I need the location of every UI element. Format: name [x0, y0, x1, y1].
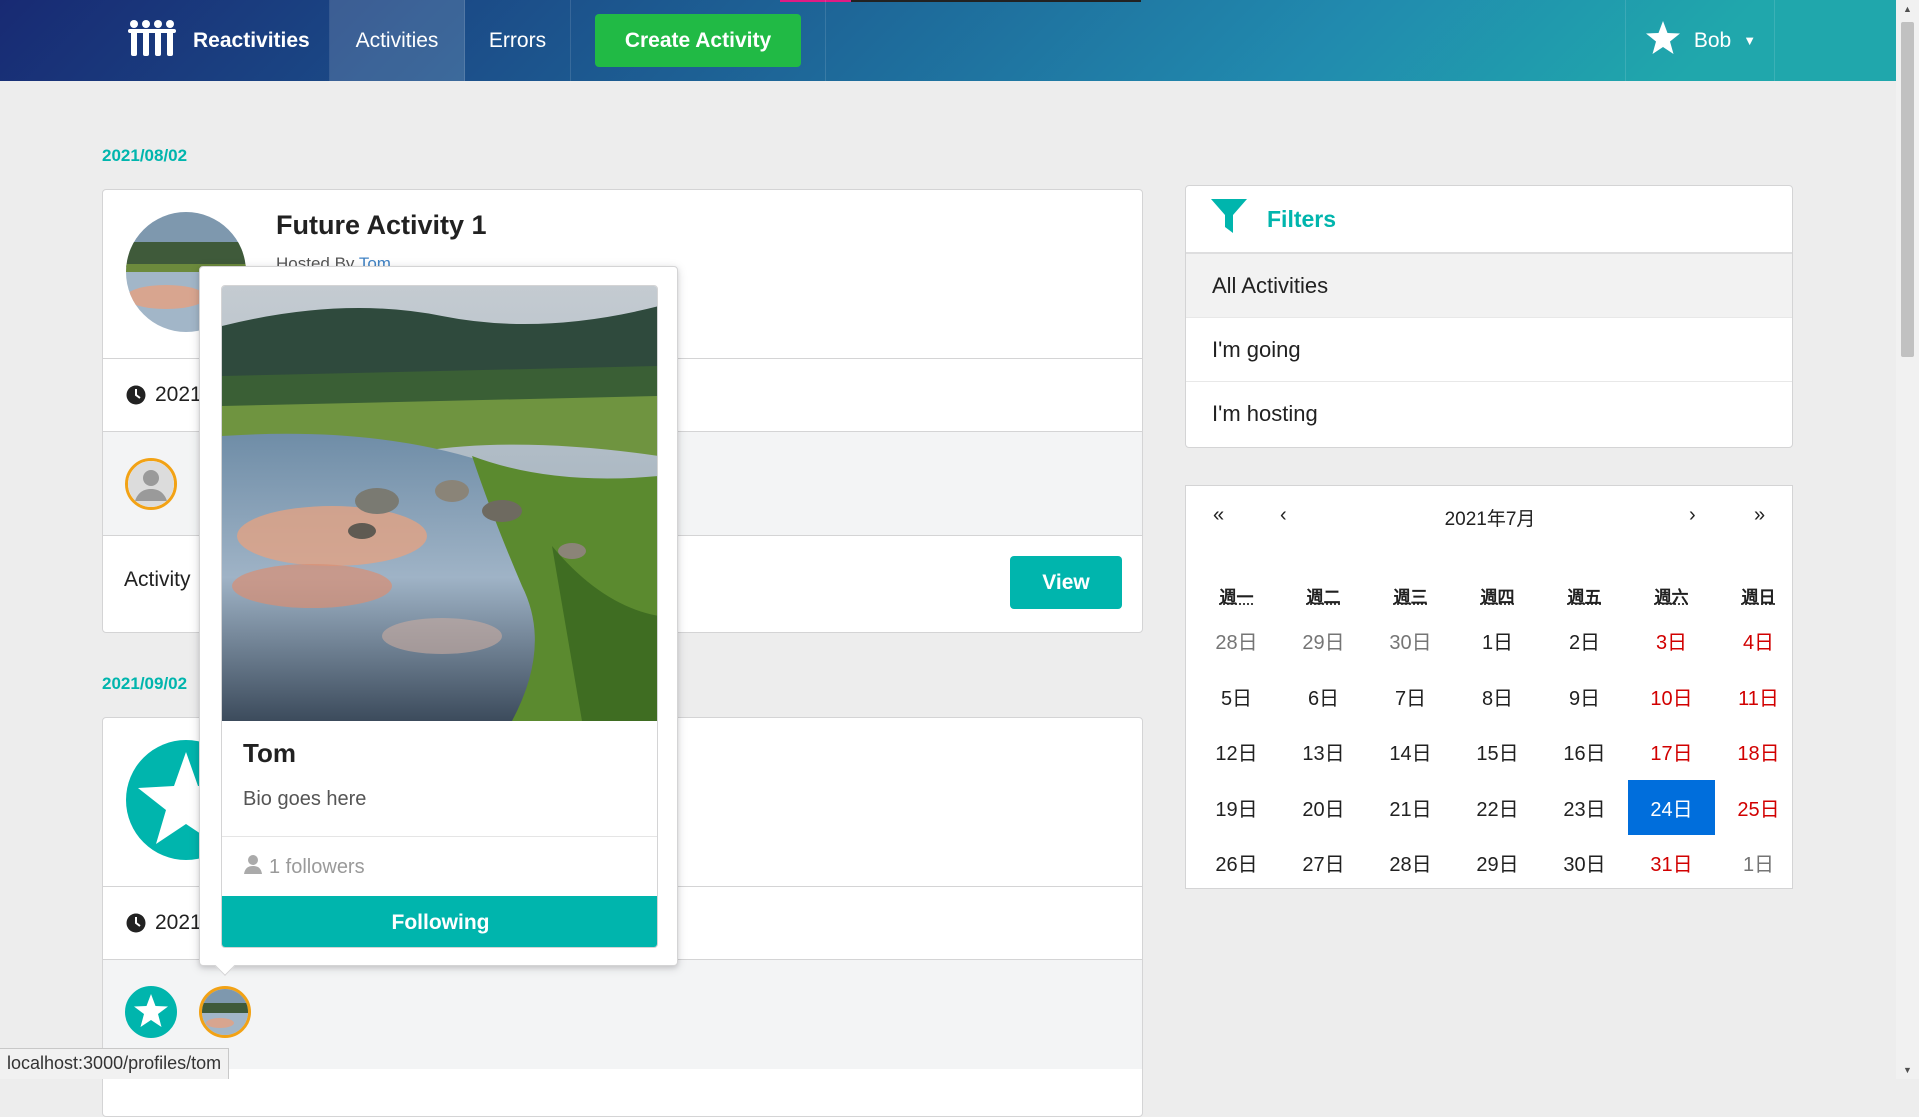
- chevron-down-icon: ▼: [1743, 33, 1756, 48]
- calendar-day[interactable]: 20日: [1280, 780, 1367, 835]
- user-avatar-star-icon: [1644, 19, 1682, 63]
- next-year-button[interactable]: »: [1754, 504, 1765, 527]
- profile-popup: Tom Bio goes here 1 followers Following: [199, 266, 678, 966]
- attendee-avatar[interactable]: [125, 986, 177, 1038]
- calendar-day[interactable]: 18日: [1715, 724, 1802, 779]
- calendar-day[interactable]: 16日: [1541, 724, 1628, 779]
- calendar-day[interactable]: 28日: [1193, 613, 1280, 668]
- profile-bio: Bio goes here: [243, 788, 366, 811]
- scroll-down-icon[interactable]: ▼: [1903, 1065, 1912, 1075]
- activity-time: 2021: [155, 911, 202, 935]
- calendar-day[interactable]: 6日: [1280, 669, 1367, 724]
- activity-time: 2021: [155, 383, 202, 407]
- filters-menu: Filters All Activities I'm going I'm hos…: [1185, 185, 1793, 448]
- calendar-day[interactable]: 2日: [1541, 613, 1628, 668]
- view-button[interactable]: View: [1010, 556, 1122, 609]
- attendee-avatar[interactable]: [199, 986, 251, 1038]
- create-activity-button[interactable]: Create Activity: [595, 14, 801, 67]
- weekday-label: 週六: [1628, 583, 1715, 608]
- calendar-day[interactable]: 13日: [1280, 724, 1367, 779]
- calendar-day[interactable]: 5日: [1193, 669, 1280, 724]
- calendar-day[interactable]: 9日: [1541, 669, 1628, 724]
- brand-label: Reactivities: [193, 29, 310, 53]
- calendar-day[interactable]: 26日: [1193, 835, 1280, 890]
- followers-count: 1 followers: [243, 854, 365, 880]
- filters-header: Filters: [1186, 186, 1792, 254]
- user-name: Bob: [1694, 29, 1731, 53]
- filter-hosting[interactable]: I'm hosting: [1186, 382, 1792, 446]
- calendar-day[interactable]: 15日: [1454, 724, 1541, 779]
- nav-activities[interactable]: Activities: [330, 0, 465, 81]
- calendar-day[interactable]: 1日: [1715, 835, 1802, 890]
- clock-icon: [126, 385, 146, 410]
- calendar-day[interactable]: 12日: [1193, 724, 1280, 779]
- calendar-day[interactable]: 4日: [1715, 613, 1802, 668]
- filter-all-activities[interactable]: All Activities: [1186, 254, 1792, 318]
- nav-errors[interactable]: Errors: [465, 0, 571, 81]
- user-menu[interactable]: Bob ▼: [1625, 0, 1775, 81]
- create-activity-item: Create Activity: [571, 0, 826, 81]
- clock-icon: [126, 913, 146, 938]
- calendar-day[interactable]: 29日: [1280, 613, 1367, 668]
- calendar-day[interactable]: 3日: [1628, 613, 1715, 668]
- weekday-label: 週五: [1541, 583, 1628, 608]
- calendar-title[interactable]: 2021年7月: [1186, 504, 1794, 531]
- profile-name: Tom: [243, 738, 296, 769]
- scrollbar-thumb[interactable]: [1901, 22, 1914, 357]
- page-scrollbar[interactable]: ▲ ▼: [1896, 0, 1919, 1079]
- activity-description: Activity: [124, 568, 191, 592]
- divider: [222, 836, 658, 837]
- calendar-day[interactable]: 31日: [1628, 835, 1715, 890]
- calendar-day[interactable]: 10日: [1628, 669, 1715, 724]
- weekday-label: 週二: [1280, 583, 1367, 608]
- logo-icon: [127, 18, 179, 64]
- attendees-row: [103, 959, 1142, 1069]
- weekday-label: 週一: [1193, 583, 1280, 608]
- navbar: Reactivities Activities Errors Create Ac…: [0, 0, 1896, 81]
- filters-title: Filters: [1267, 206, 1336, 233]
- followers-label: 1 followers: [269, 856, 365, 879]
- user-icon: [243, 854, 263, 880]
- filter-going[interactable]: I'm going: [1186, 318, 1792, 382]
- calendar-day[interactable]: 30日: [1541, 835, 1628, 890]
- calendar-day[interactable]: 7日: [1367, 669, 1454, 724]
- group-date: 2021/09/02: [102, 674, 187, 694]
- weekday-label: 週四: [1454, 583, 1541, 608]
- calendar-day[interactable]: 21日: [1367, 780, 1454, 835]
- status-url: localhost:3000/profiles/tom: [0, 1048, 229, 1079]
- calendar-day[interactable]: 17日: [1628, 724, 1715, 779]
- calendar-day[interactable]: 14日: [1367, 724, 1454, 779]
- next-month-button[interactable]: ›: [1689, 504, 1696, 527]
- profile-image: [222, 286, 658, 721]
- weekday-label: 週三: [1367, 583, 1454, 608]
- following-button[interactable]: Following: [222, 896, 658, 948]
- calendar-day[interactable]: 19日: [1193, 780, 1280, 835]
- attendee-avatar[interactable]: [125, 458, 177, 510]
- calendar-day[interactable]: 22日: [1454, 780, 1541, 835]
- weekday-label: 週日: [1715, 583, 1802, 608]
- calendar-day[interactable]: 29日: [1454, 835, 1541, 890]
- calendar: « ‹ 2021年7月 › » 週一週二週三週四週五週六週日28日29日30日1…: [1185, 485, 1793, 889]
- scroll-up-icon[interactable]: ▲: [1903, 4, 1912, 14]
- activity-title[interactable]: Future Activity 1: [276, 210, 487, 241]
- calendar-day[interactable]: 28日: [1367, 835, 1454, 890]
- calendar-day[interactable]: 30日: [1367, 613, 1454, 668]
- calendar-day[interactable]: 27日: [1280, 835, 1367, 890]
- calendar-day[interactable]: 25日: [1715, 780, 1802, 835]
- loading-bar-track: [851, 0, 1141, 2]
- group-date: 2021/08/02: [102, 146, 187, 166]
- filter-icon: [1211, 199, 1247, 239]
- calendar-day[interactable]: 11日: [1715, 669, 1802, 724]
- calendar-day[interactable]: 24日: [1628, 780, 1715, 835]
- brand-link[interactable]: Reactivities: [125, 0, 330, 81]
- calendar-day[interactable]: 1日: [1454, 613, 1541, 668]
- calendar-day[interactable]: 8日: [1454, 669, 1541, 724]
- profile-card[interactable]: Tom Bio goes here 1 followers Following: [221, 285, 658, 948]
- calendar-day[interactable]: 23日: [1541, 780, 1628, 835]
